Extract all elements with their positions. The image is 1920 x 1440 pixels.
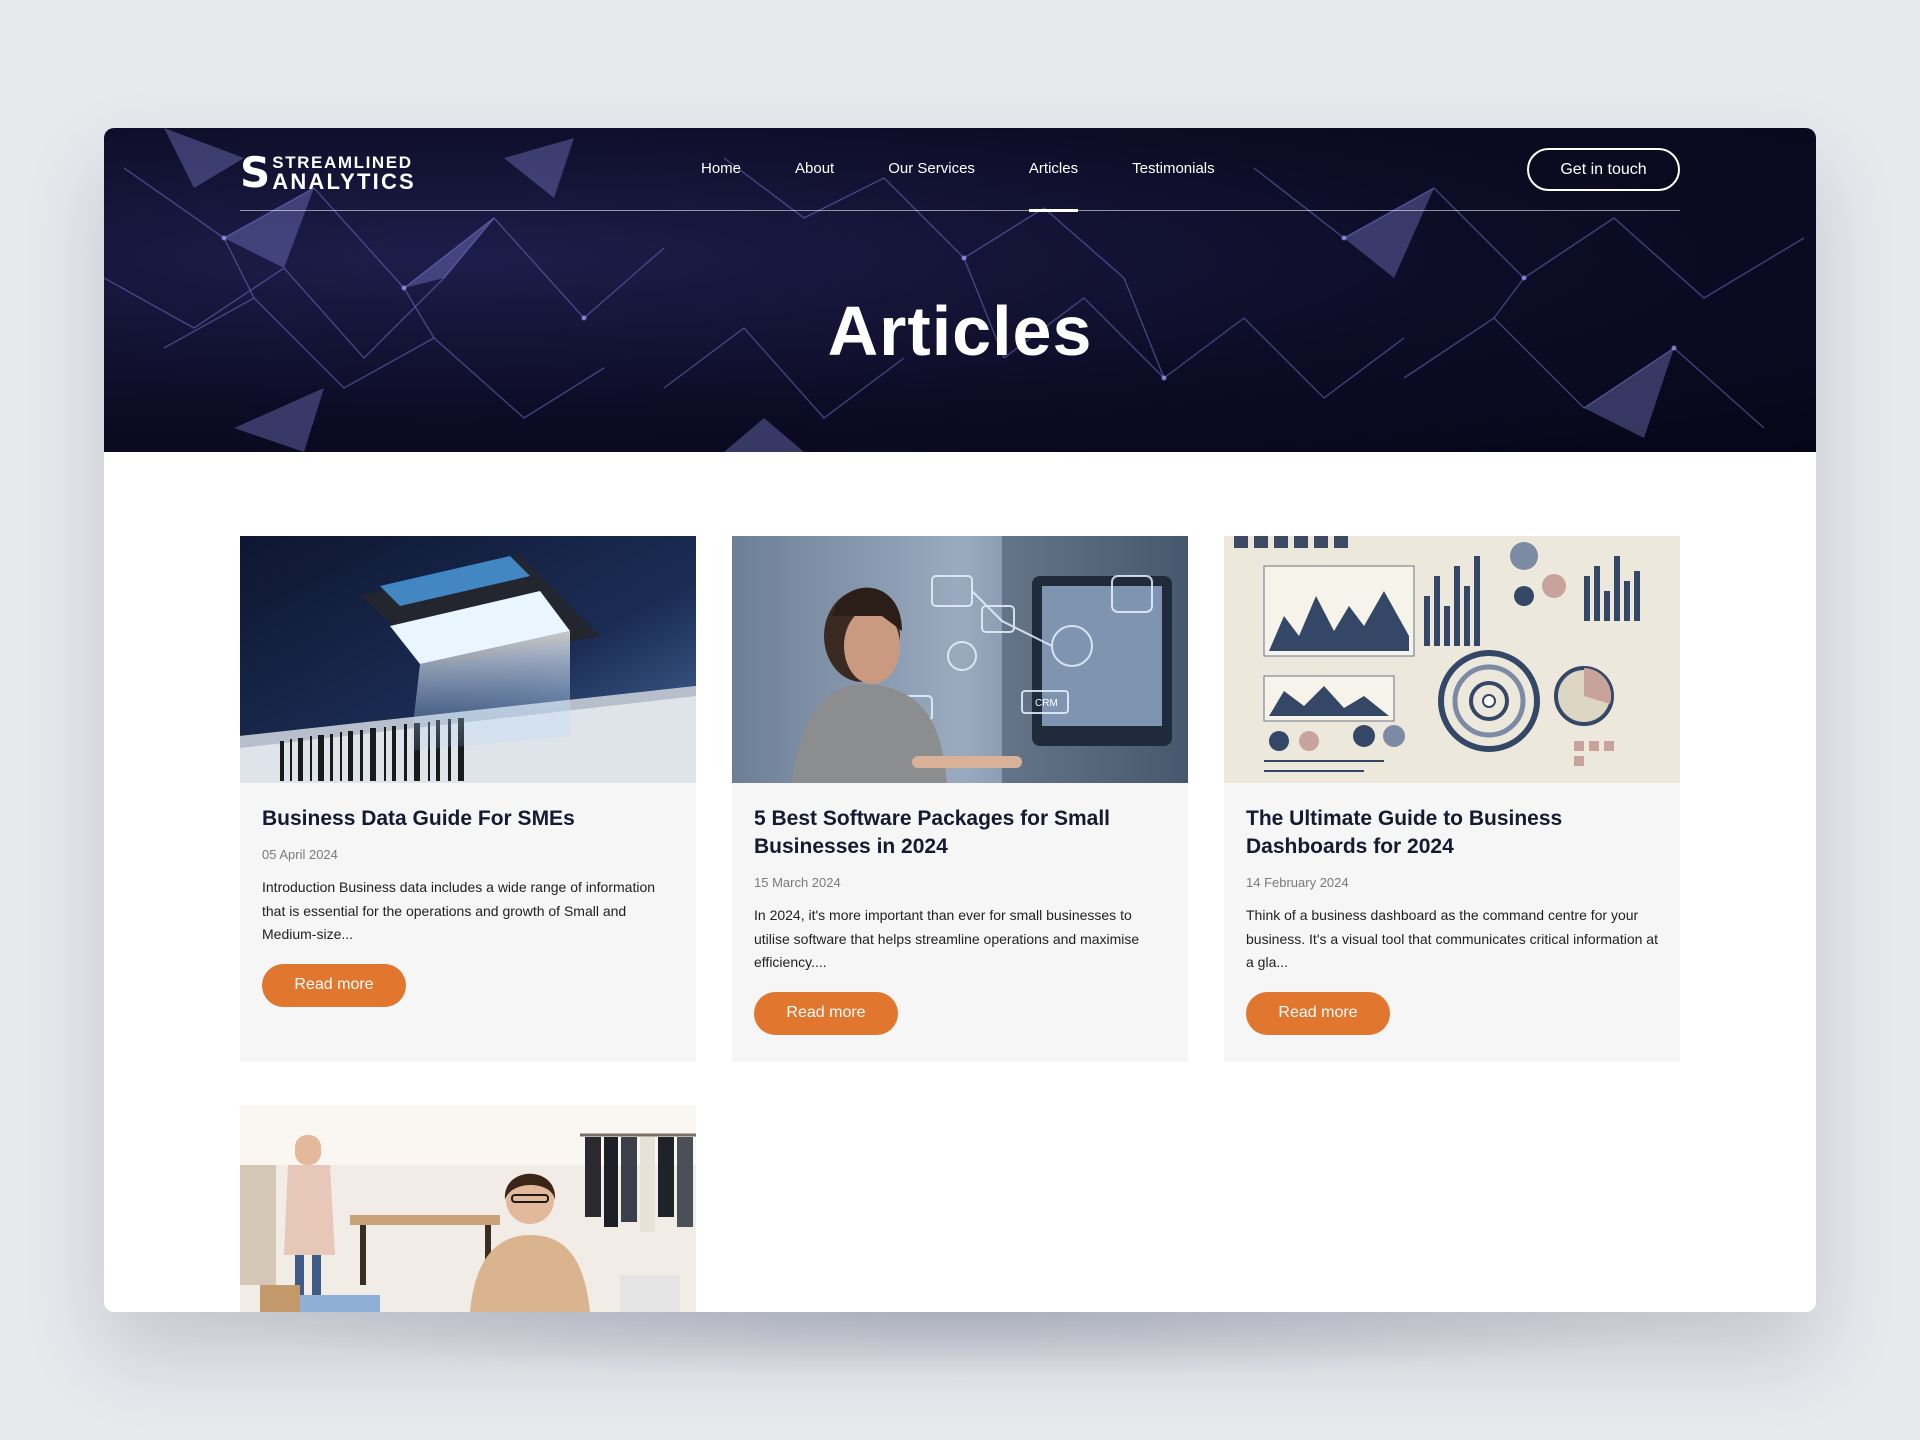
logo-mark: S [240,148,270,197]
nav-item-testimonials[interactable]: Testimonials [1132,160,1215,210]
article-title[interactable]: The Ultimate Guide to Business Dashboard… [1246,805,1658,861]
article-title[interactable]: Business Data Guide For SMEs [262,805,674,833]
article-date: 15 March 2024 [754,875,841,890]
article-date: 05 April 2024 [262,847,338,862]
dashboard-infographic-image[interactable] [1224,536,1680,783]
top-navigation-bar: S STREAMLINED ANALYTICS Home About Our S… [240,128,1680,212]
logo-line-2: ANALYTICS [272,168,416,194]
article-excerpt: In 2024, it's more important than ever f… [754,907,1140,970]
logo-line-1: STREAMLINED [272,152,413,172]
read-more-button[interactable]: Read more [262,963,406,1007]
article-card: Business Data Guide For SMEs 05 April 20… [240,536,696,1062]
nav-item-our-services[interactable]: Our Services [888,160,975,210]
nav-item-about[interactable]: About [795,160,834,210]
nav-item-articles[interactable]: Articles [1028,160,1079,212]
boutique-shop-image[interactable] [240,1105,696,1312]
barcode-scanner-image[interactable] [240,536,696,783]
hero-header: S STREAMLINED ANALYTICS Home About Our S… [104,128,1816,452]
woman-at-computer-image[interactable]: CRM [732,536,1188,783]
article-excerpt: Think of a business dashboard as the com… [1246,907,1658,970]
article-card: The Ultimate Guide to Business Dashboard… [1224,536,1680,1062]
brand-logo[interactable]: S STREAMLINED ANALYTICS [240,152,416,194]
nav-item-home[interactable]: Home [701,160,741,210]
article-card [240,1105,696,1312]
logo-wordmark: STREAMLINED ANALYTICS [272,154,416,193]
crm-screen-label: CRM [1035,698,1058,709]
article-title[interactable]: 5 Best Software Packages for Small Busin… [754,805,1166,861]
main-nav: Home About Our Services Articles Testimo… [701,160,1269,212]
read-more-button[interactable]: Read more [754,991,898,1035]
article-excerpt: Introduction Business data includes a wi… [262,879,656,942]
browser-page: S STREAMLINED ANALYTICS Home About Our S… [104,128,1816,1312]
article-date: 14 February 2024 [1246,875,1349,890]
read-more-button[interactable]: Read more [1246,991,1390,1035]
page-title: Articles [827,292,1093,370]
get-in-touch-button[interactable]: Get in touch [1527,148,1680,191]
article-card: CRM 5 Best Software Packages for Small B… [732,536,1188,1062]
